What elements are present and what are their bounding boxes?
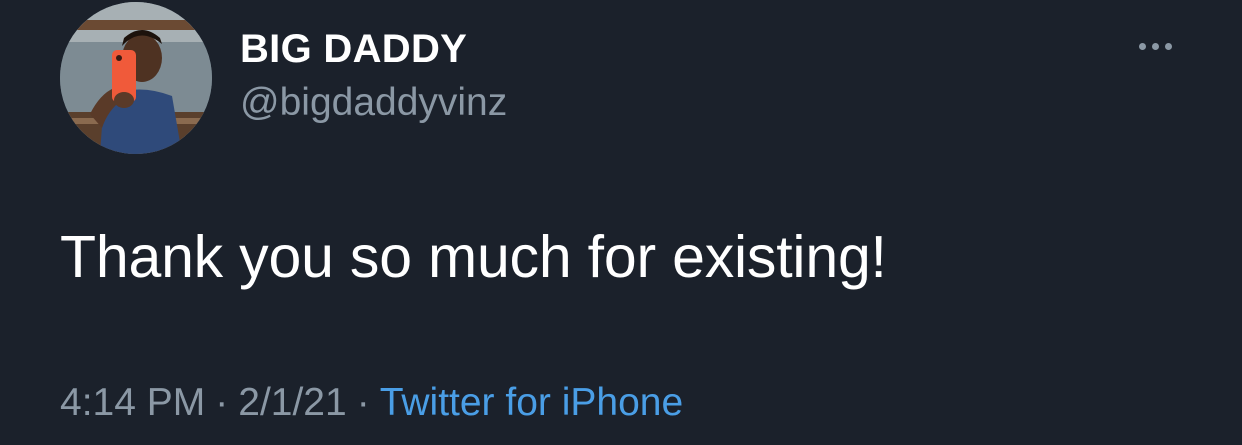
avatar-photo bbox=[60, 2, 212, 154]
tweet-metadata: 4:14 PM · 2/1/21 · Twitter for iPhone bbox=[60, 380, 683, 426]
avatar[interactable] bbox=[60, 2, 212, 154]
tweet-card: BIG DADDY @bigdaddyvinz Thank you so muc… bbox=[0, 0, 1242, 445]
more-horizontal-icon bbox=[1138, 42, 1146, 50]
more-horizontal-icon-dot bbox=[1151, 42, 1159, 50]
tweet-date[interactable]: 2/1/21 bbox=[238, 381, 346, 424]
tweet-time[interactable]: 4:14 PM bbox=[60, 381, 205, 424]
meta-separator: · bbox=[356, 381, 370, 424]
author-handle[interactable]: @bigdaddyvinz bbox=[240, 80, 507, 126]
tweet-text: Thank you so much for existing! bbox=[60, 224, 887, 290]
meta-separator: · bbox=[215, 381, 229, 424]
author-display-name[interactable]: BIG DADDY bbox=[240, 26, 467, 72]
tweet-source-link[interactable]: Twitter for iPhone bbox=[380, 381, 683, 424]
more-horizontal-icon-dot bbox=[1164, 42, 1172, 50]
more-options-button[interactable] bbox=[1124, 28, 1186, 64]
